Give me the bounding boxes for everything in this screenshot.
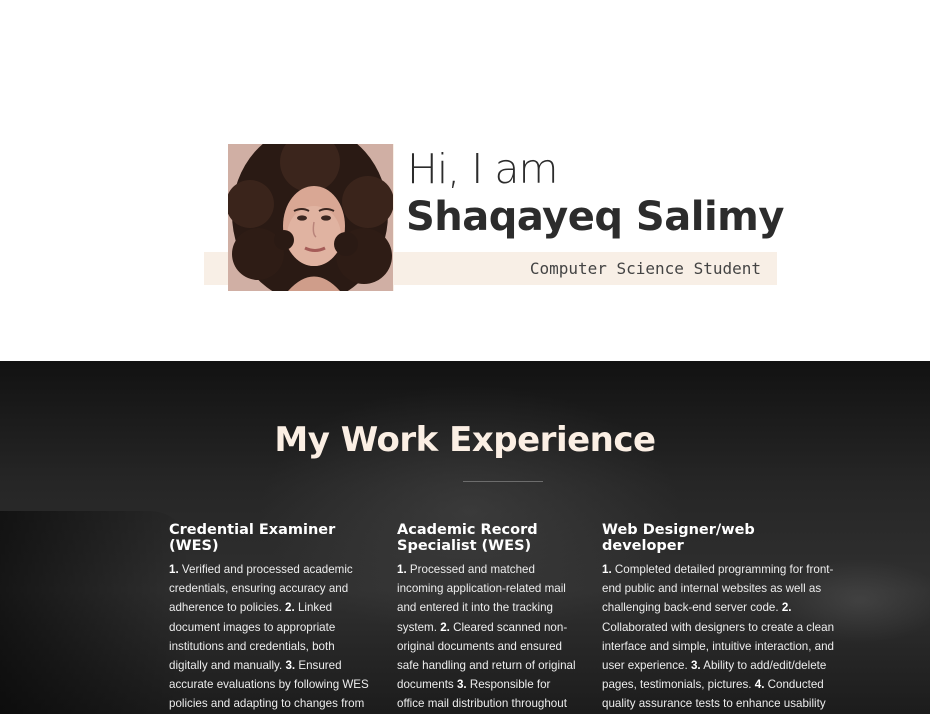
profile-photo: [228, 144, 393, 291]
item-number: 1.: [397, 563, 407, 576]
section-divider: [463, 481, 543, 482]
job-description: 1. Verified and processed academic crede…: [169, 560, 374, 714]
item-number: 2.: [285, 601, 295, 615]
job-card-academic-record-specialist: Academic Record Specialist (WES) 1. Proc…: [397, 522, 581, 714]
job-description: 1. Processed and matched incoming applic…: [397, 560, 581, 714]
job-title: Web Designer/web developer: [602, 522, 755, 554]
job-description: 1. Completed detailed programming for fr…: [602, 560, 838, 714]
item-number: 1.: [602, 563, 612, 576]
hero-name: Shaqayeq Salimy: [406, 194, 784, 240]
job-title: Credential Examiner (WES): [169, 522, 336, 554]
work-experience-section: My Work Experience Credential Examiner (…: [0, 361, 930, 714]
item-number: 3.: [690, 659, 701, 673]
item-number: 4.: [754, 678, 765, 692]
avatar-portrait: [228, 144, 393, 291]
job-card-credential-examiner: Credential Examiner (WES) 1. Verified an…: [169, 522, 374, 714]
hero-section: Hi, I am Shaqayeq Salimy Computer Scienc…: [0, 0, 930, 361]
item-text: Completed detailed programming for front…: [602, 563, 834, 615]
section-title: My Work Experience: [274, 420, 656, 460]
job-title: Academic Record Specialist (WES): [397, 522, 538, 554]
background-shadow: [0, 511, 190, 714]
item-number: 1.: [169, 563, 179, 576]
hero-greeting: Hi, I am: [407, 145, 558, 193]
item-number: 2.: [781, 601, 792, 615]
item-number: 2.: [440, 620, 450, 634]
hero-subtitle: Computer Science Student: [529, 259, 761, 278]
job-card-web-developer: Web Designer/web developer 1. Completed …: [602, 522, 838, 714]
item-number: 3.: [456, 678, 467, 692]
item-number: 3.: [285, 659, 296, 673]
